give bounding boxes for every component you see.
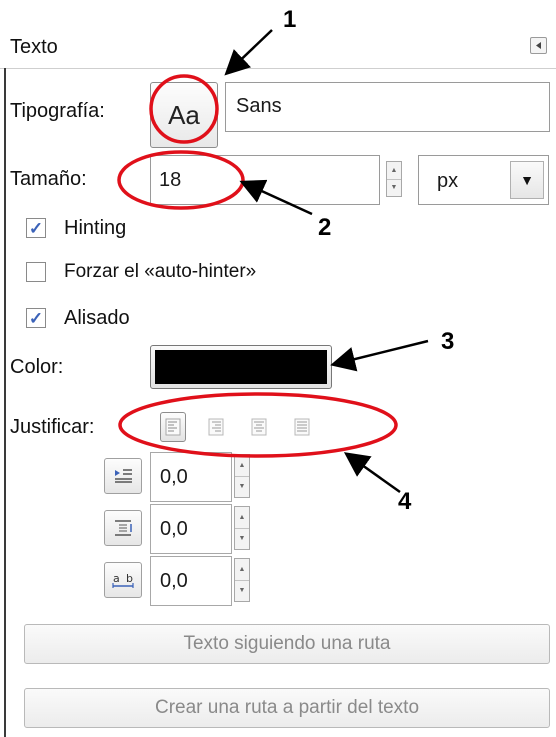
justify-left-icon (165, 418, 181, 436)
justify-right-icon (208, 418, 224, 436)
annotation-number-1: 1 (283, 6, 297, 33)
color-label: Color: (10, 356, 64, 378)
autohinter-checkbox[interactable] (26, 262, 46, 282)
font-name-value: Sans (236, 95, 282, 117)
unit-value: px (437, 170, 459, 192)
unit-select[interactable]: px ▼ (418, 155, 549, 205)
indent-icon (104, 458, 142, 494)
indent-value: 0,0 (160, 466, 188, 488)
indent-input[interactable]: 0,0 (150, 452, 232, 502)
spin-up-icon[interactable]: ▲ (235, 507, 249, 528)
antialias-checkbox[interactable]: ✓ (26, 308, 46, 328)
size-input[interactable]: 18 (150, 155, 380, 205)
annotation-number-4: 4 (398, 488, 412, 515)
size-value: 18 (159, 169, 182, 191)
triangle-left-icon[interactable] (530, 37, 547, 54)
justify-fill-icon (294, 418, 310, 436)
justify-label: Justificar: (10, 416, 95, 438)
text-along-path-label: Texto siguiendo una ruta (183, 633, 391, 654)
line-spacing-value: 0,0 (160, 518, 188, 540)
justify-center-button[interactable] (246, 412, 272, 442)
letter-spacing-value: 0,0 (160, 570, 188, 592)
annotation-number-3: 3 (441, 328, 455, 355)
spin-up-icon[interactable]: ▲ (235, 559, 249, 580)
letter-spacing-icon: ab (104, 562, 142, 598)
hinting-label: Hinting (64, 217, 127, 239)
line-spacing-icon (104, 510, 142, 546)
justify-right-button[interactable] (203, 412, 229, 442)
text-tool-options-panel: Texto Tipografía: Aa Sans Tamaño: 18 ▲ ▼… (0, 0, 556, 737)
letter-spacing-input[interactable]: 0,0 (150, 556, 232, 606)
text-along-path-button[interactable]: Texto siguiendo una ruta (24, 624, 550, 664)
size-label: Tamaño: (10, 168, 87, 190)
spin-up-icon[interactable]: ▲ (235, 455, 249, 476)
line-spacing-spinner[interactable]: ▲ ▼ (234, 506, 250, 550)
spin-up-icon[interactable]: ▲ (387, 162, 401, 179)
path-from-text-button[interactable]: Crear una ruta a partir del texto (24, 688, 550, 728)
justify-left-button[interactable] (160, 412, 186, 442)
header-divider (0, 68, 556, 69)
letter-spacing-spinner[interactable]: ▲ ▼ (234, 558, 250, 602)
font-preview-button[interactable]: Aa (150, 82, 218, 148)
panel-title: Texto (10, 36, 58, 58)
hinting-checkbox[interactable]: ✓ (26, 218, 46, 238)
justify-fill-button[interactable] (289, 412, 315, 442)
spin-down-icon[interactable]: ▼ (235, 579, 249, 602)
color-button[interactable] (150, 345, 332, 389)
spin-down-icon[interactable]: ▼ (235, 475, 249, 498)
font-preview-glyph: Aa (168, 99, 200, 130)
path-from-text-label: Crear una ruta a partir del texto (154, 697, 420, 718)
svg-text:a: a (113, 572, 120, 585)
font-label: Tipografía: (10, 100, 105, 122)
indent-spinner[interactable]: ▲ ▼ (234, 454, 250, 498)
autohinter-label: Forzar el «auto-hinter» (64, 261, 257, 282)
svg-text:b: b (126, 572, 133, 585)
justify-center-icon (251, 418, 267, 436)
font-name-field[interactable]: Sans (225, 82, 550, 132)
size-spinner[interactable]: ▲ ▼ (386, 161, 402, 197)
line-spacing-input[interactable]: 0,0 (150, 504, 232, 554)
color-swatch (155, 350, 327, 384)
spin-down-icon[interactable]: ▼ (235, 527, 249, 550)
spin-down-icon[interactable]: ▼ (387, 178, 401, 197)
panel-header: Texto (6, 28, 551, 66)
panel-left-border (4, 68, 6, 737)
antialias-label: Alisado (64, 307, 130, 329)
chevron-down-icon[interactable]: ▼ (510, 161, 544, 199)
annotation-number-2: 2 (318, 214, 332, 241)
